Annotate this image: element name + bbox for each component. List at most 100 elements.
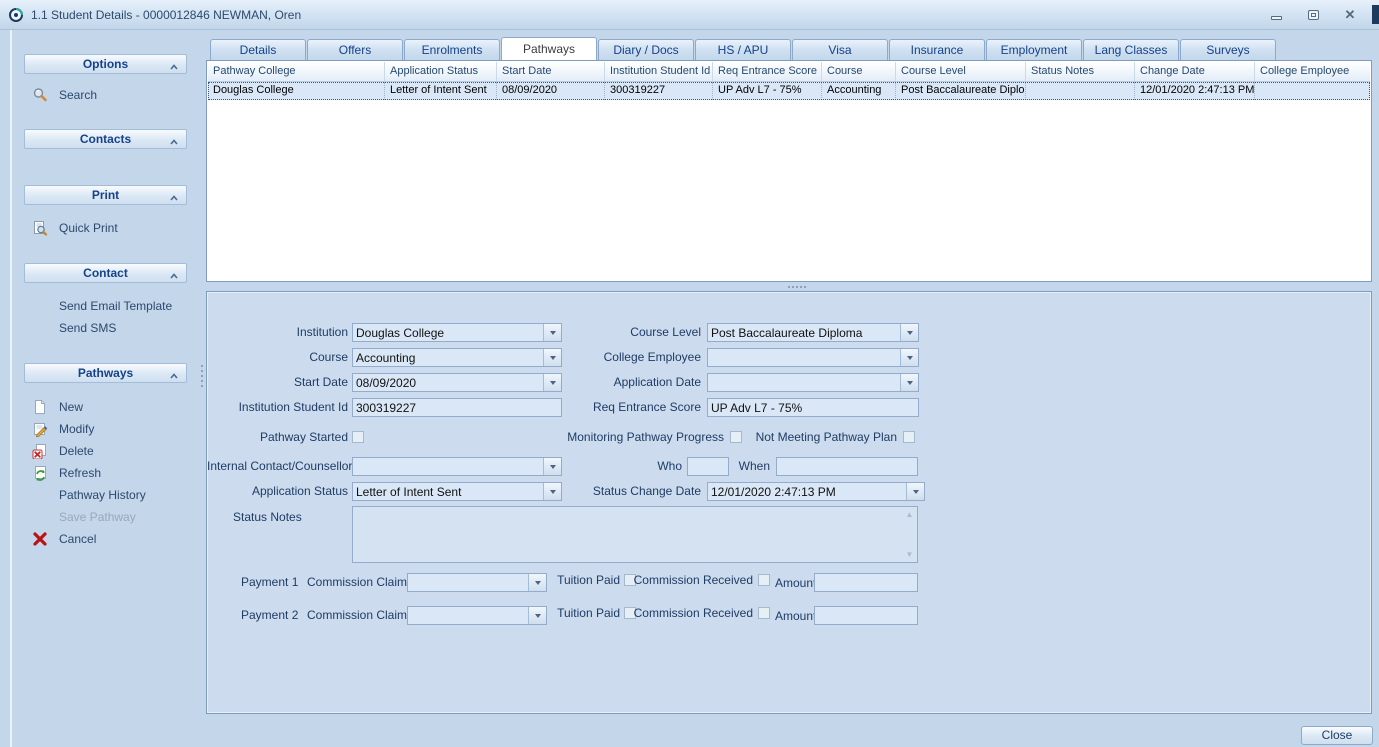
tab-offers[interactable]: Offers [307, 39, 403, 60]
internal-contact-dropdown-icon[interactable] [543, 458, 561, 475]
grid-form-splitter[interactable] [206, 282, 1372, 291]
course-level-combo[interactable] [707, 323, 919, 342]
institution-input[interactable] [353, 324, 543, 341]
sidebar-item-search[interactable]: Search [32, 84, 198, 106]
tab-lang-classes[interactable]: Lang Classes [1083, 39, 1179, 60]
sidebar-item-send-email-template[interactable]: Send Email Template [32, 297, 198, 314]
sidebar-item-delete[interactable]: Delete [32, 440, 198, 462]
college-employee-label: College Employee [541, 348, 701, 367]
payment2-commission-received-checkbox[interactable] [758, 607, 770, 619]
grid-column-course-level[interactable]: Course Level [896, 62, 1026, 81]
grid-column-college-employee[interactable]: College Employee [1255, 62, 1370, 81]
status-notes-label: Status Notes [233, 508, 343, 527]
chevron-up-icon [169, 135, 179, 149]
course-combo[interactable] [352, 348, 562, 367]
sidebar-item-send-sms[interactable]: Send SMS [32, 319, 198, 336]
delete-icon [32, 443, 48, 459]
sidebar-item-cancel[interactable]: Cancel [32, 528, 198, 550]
pathway-started-checkbox[interactable] [352, 431, 364, 443]
payment2-commission-claim-input[interactable] [408, 607, 528, 624]
sidebar-section-pathways[interactable]: Pathways [24, 363, 187, 383]
req-entrance-score-label: Req Entrance Score [541, 398, 701, 417]
start-date-combo[interactable] [352, 373, 562, 392]
internal-contact-combo[interactable] [352, 457, 562, 476]
grid-column-institution-student-id[interactable]: Institution Student Id [605, 62, 713, 81]
sidebar-item-quick-print[interactable]: Quick Print [32, 217, 198, 239]
req-entrance-score-input[interactable] [707, 398, 919, 417]
grid-column-req-entrance-score[interactable]: Req Entrance Score [713, 62, 822, 81]
tab-diary-docs[interactable]: Diary / Docs [598, 39, 694, 60]
application-date-combo[interactable] [707, 373, 919, 392]
payment2-amount-input[interactable] [814, 606, 918, 625]
sidebar-item-refresh[interactable]: Refresh [32, 462, 198, 484]
status-change-date-input[interactable] [708, 483, 906, 500]
tab-hs-apu[interactable]: HS / APU [695, 39, 791, 60]
college-employee-combo[interactable] [707, 348, 919, 367]
sidebar-section-options[interactable]: Options [24, 54, 187, 74]
application-status-input[interactable] [353, 483, 543, 500]
course-level-dropdown-icon[interactable] [900, 324, 918, 341]
tab-surveys[interactable]: Surveys [1180, 39, 1276, 60]
cell-status-notes [1026, 82, 1135, 100]
cell-course: Accounting [822, 82, 896, 100]
payment1-commission-claim-combo[interactable] [407, 573, 547, 592]
grid-column-start-date[interactable]: Start Date [497, 62, 605, 81]
tab-pathways[interactable]: Pathways [501, 37, 597, 60]
status-notes-textarea[interactable]: ▲ ▼ [352, 506, 918, 563]
course-input[interactable] [353, 349, 543, 366]
notes-scrollbar[interactable]: ▲ ▼ [902, 507, 917, 562]
scroll-up-icon[interactable]: ▲ [906, 510, 914, 519]
tab-details[interactable]: Details [210, 39, 306, 60]
grid-column-status-notes[interactable]: Status Notes [1026, 62, 1135, 81]
cell-application-status: Letter of Intent Sent [385, 82, 497, 100]
close-window-icon[interactable]: ✕ [1343, 8, 1357, 22]
print-preview-icon [32, 220, 48, 236]
grid-column-application-status[interactable]: Application Status [385, 62, 497, 81]
status-change-date-combo[interactable] [707, 482, 925, 501]
cell-change-date: 12/01/2020 2:47:13 PM [1135, 82, 1255, 100]
payment1-commission-claim-dropdown-icon[interactable] [528, 574, 546, 591]
not-meeting-pathway-plan-checkbox[interactable] [903, 431, 915, 443]
scroll-down-icon[interactable]: ▼ [906, 550, 914, 559]
sidebar-item-new[interactable]: New [32, 396, 198, 418]
tab-employment[interactable]: Employment [986, 39, 1082, 60]
college-employee-input[interactable] [708, 349, 900, 366]
payment1-amount-input[interactable] [814, 573, 918, 592]
maximize-button[interactable] [1306, 8, 1320, 22]
grid-column-course[interactable]: Course [822, 62, 896, 81]
minimize-button[interactable] [1269, 8, 1283, 22]
tab-enrolments[interactable]: Enrolments [404, 39, 500, 60]
when-input[interactable] [776, 457, 918, 476]
sidebar-section-print[interactable]: Print [24, 185, 187, 205]
institution-student-id-input[interactable] [352, 398, 562, 417]
payment2-label: Payment 2 [241, 606, 301, 625]
start-date-input[interactable] [353, 374, 543, 391]
sidebar-item-pathway-history[interactable]: Pathway History [32, 484, 198, 506]
payment2-commission-claim-combo[interactable] [407, 606, 547, 625]
application-date-dropdown-icon[interactable] [900, 374, 918, 391]
institution-student-id-label: Institution Student Id [207, 398, 348, 417]
sidebar-item-modify[interactable]: Modify [32, 418, 198, 440]
payment2-commission-claim-dropdown-icon[interactable] [528, 607, 546, 624]
tab-visa[interactable]: Visa [792, 39, 888, 60]
grid-column-pathway-college[interactable]: Pathway College [208, 62, 385, 81]
grid-row-selected[interactable]: Douglas College Letter of Intent Sent 08… [208, 82, 1370, 100]
course-level-input[interactable] [708, 324, 900, 341]
college-employee-dropdown-icon[interactable] [900, 349, 918, 366]
sidebar-item-save-pathway[interactable]: Save Pathway [32, 506, 198, 528]
tab-insurance[interactable]: Insurance [889, 39, 985, 60]
sidebar-splitter[interactable] [199, 30, 206, 747]
application-status-combo[interactable] [352, 482, 562, 501]
sidebar-section-contacts[interactable]: Contacts [24, 129, 187, 149]
cell-req-entrance-score: UP Adv L7 - 75% [713, 82, 822, 100]
payment1-commission-claim-input[interactable] [408, 574, 528, 591]
status-change-date-dropdown-icon[interactable] [906, 483, 924, 500]
payment1-commission-received-checkbox[interactable] [758, 574, 770, 586]
grid-column-change-date[interactable]: Change Date [1135, 62, 1255, 81]
sidebar-section-contact[interactable]: Contact [24, 263, 187, 283]
application-date-input[interactable] [708, 374, 900, 391]
monitoring-pathway-progress-label: Monitoring Pathway Progress [564, 428, 724, 447]
close-button[interactable]: Close [1301, 726, 1373, 745]
internal-contact-input[interactable] [353, 458, 543, 475]
institution-combo[interactable] [352, 323, 562, 342]
